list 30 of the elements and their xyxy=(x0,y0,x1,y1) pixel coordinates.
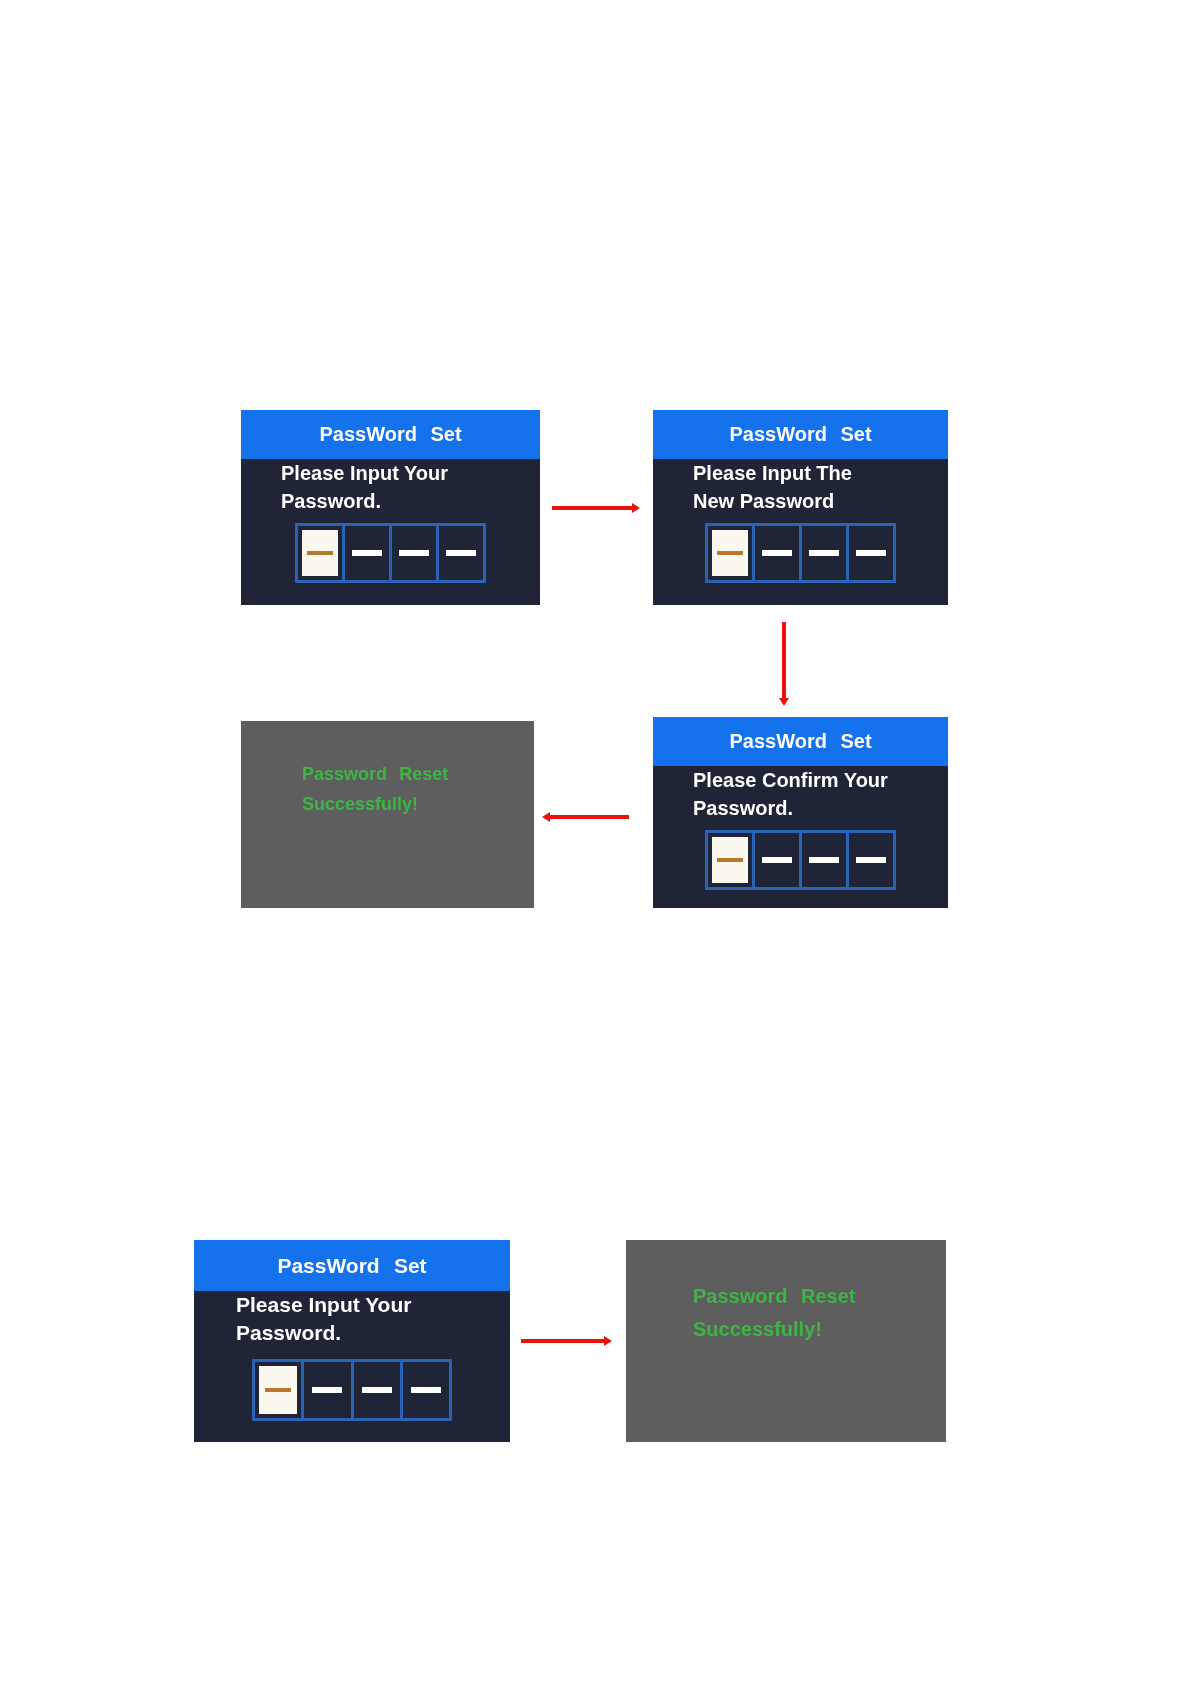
dash-icon xyxy=(307,551,333,555)
dash-icon xyxy=(762,857,792,863)
dash-icon xyxy=(856,550,886,556)
success-message: Password Reset Successfully! xyxy=(692,1284,857,1342)
dash-icon xyxy=(265,1388,292,1392)
dash-icon xyxy=(446,550,476,556)
success-message: Password Reset Successfully! xyxy=(301,763,450,816)
dash-icon xyxy=(717,551,743,555)
screen-title: PassWord Set xyxy=(729,423,872,446)
dash-icon xyxy=(352,550,382,556)
dash-icon xyxy=(856,857,886,863)
dash-icon xyxy=(809,857,839,863)
screen-title: PassWord Set xyxy=(277,1253,427,1278)
dash-icon xyxy=(312,1387,343,1393)
passcode-field[interactable] xyxy=(705,523,896,583)
prompt-text: Please Input The New Password xyxy=(692,461,853,514)
passcode-field[interactable] xyxy=(252,1359,452,1421)
dash-icon xyxy=(809,550,839,556)
passcode-field[interactable] xyxy=(295,523,486,583)
dash-icon xyxy=(399,550,429,556)
dash-icon xyxy=(762,550,792,556)
dash-icon xyxy=(410,1387,441,1393)
prompt-text: Please Input Your Password. xyxy=(235,1292,413,1346)
prompt-text: Please Input Your Password. xyxy=(280,461,450,514)
prompt-text: Please Confirm Your Password. xyxy=(692,768,889,821)
passcode-field[interactable] xyxy=(705,830,896,890)
dash-icon xyxy=(361,1387,392,1393)
screen-title: PassWord Set xyxy=(319,423,462,446)
dash-icon xyxy=(717,858,743,862)
screen-title: PassWord Set xyxy=(729,730,872,753)
